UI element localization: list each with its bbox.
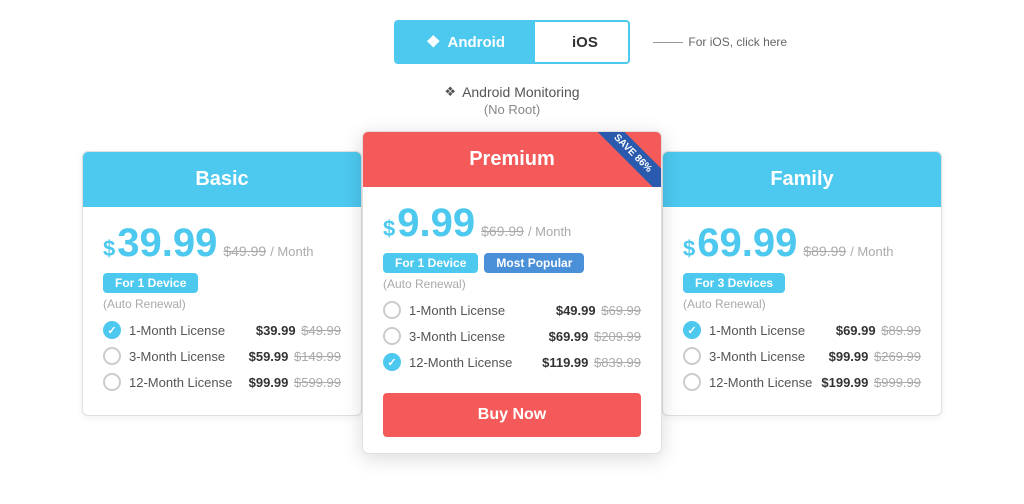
basic-license-1[interactable]: 1-Month License $39.99 $49.99 <box>103 321 341 339</box>
family-price-amount: 69.99 <box>697 223 797 263</box>
ios-hint: For iOS, click here <box>653 35 787 49</box>
family-price-period: / Month <box>850 244 893 259</box>
premium-license-3-label: 12-Month License <box>409 355 512 370</box>
premium-card: Premium SAVE 86% $ 9.99 $69.99 / Month F… <box>362 131 662 454</box>
android-small-icon: ❖ <box>444 84 456 100</box>
basic-auto-renewal: (Auto Renewal) <box>103 297 341 311</box>
premium-price-old: $69.99 <box>481 223 524 239</box>
platform-title: ❖ Android Monitoring <box>444 84 579 100</box>
family-price-dollar: $ <box>683 236 695 262</box>
premium-license-1[interactable]: 1-Month License $49.99 $69.99 <box>383 301 641 319</box>
basic-device-badge: For 1 Device <box>103 273 198 293</box>
premium-radio-1[interactable] <box>383 301 401 319</box>
android-tab-label: Android <box>448 34 506 51</box>
family-device-badge: For 3 Devices <box>683 273 785 293</box>
premium-license-1-prices: $49.99 $69.99 <box>556 303 641 318</box>
family-price-main: $ 69.99 $89.99 / Month <box>683 223 921 263</box>
basic-radio-3[interactable] <box>103 373 121 391</box>
basic-license-3[interactable]: 12-Month License $99.99 $599.99 <box>103 373 341 391</box>
family-radio-3[interactable] <box>683 373 701 391</box>
premium-auto-renewal: (Auto Renewal) <box>383 277 641 291</box>
family-license-3[interactable]: 12-Month License $199.99 $999.99 <box>683 373 921 391</box>
family-license-3-prices: $199.99 $999.99 <box>821 375 921 390</box>
basic-license-3-prices: $99.99 $599.99 <box>249 375 341 390</box>
basic-license-1-prices: $39.99 $49.99 <box>256 323 341 338</box>
basic-badge-row: For 1 Device <box>103 273 341 293</box>
family-license-3-label: 12-Month License <box>709 375 812 390</box>
platform-subtitle: (No Root) <box>444 102 579 117</box>
save-badge-text: SAVE 86% <box>593 132 661 187</box>
basic-license-2-label: 3-Month License <box>129 349 225 364</box>
family-license-2[interactable]: 3-Month License $99.99 $269.99 <box>683 347 921 365</box>
premium-price-amount: 9.99 <box>397 203 475 243</box>
premium-license-2-prices: $69.99 $209.99 <box>549 329 641 344</box>
premium-card-header: Premium SAVE 86% <box>363 132 661 187</box>
tab-switcher: ❖ Android iOS For iOS, click here <box>394 20 630 64</box>
family-auto-renewal: (Auto Renewal) <box>683 297 921 311</box>
ios-tab-label: iOS <box>572 34 598 51</box>
premium-license-2-label: 3-Month License <box>409 329 505 344</box>
platform-label: ❖ Android Monitoring (No Root) <box>444 84 579 117</box>
premium-price-main: $ 9.99 $69.99 / Month <box>383 203 641 243</box>
basic-price-dollar: $ <box>103 236 115 262</box>
basic-license-3-label: 12-Month License <box>129 375 232 390</box>
buy-now-button[interactable]: Buy Now <box>383 393 641 437</box>
family-license-2-prices: $99.99 $269.99 <box>829 349 921 364</box>
family-card-body: $ 69.99 $89.99 / Month For 3 Devices (Au… <box>663 207 941 415</box>
basic-license-2[interactable]: 3-Month License $59.99 $149.99 <box>103 347 341 365</box>
family-license-1-prices: $69.99 $89.99 <box>836 323 921 338</box>
premium-badge-row: For 1 Device Most Popular <box>383 253 641 273</box>
basic-card-header: Basic <box>83 152 361 207</box>
family-card: Family $ 69.99 $89.99 / Month For 3 Devi… <box>662 151 942 416</box>
premium-price-dollar: $ <box>383 216 395 242</box>
basic-price-amount: 39.99 <box>117 223 217 263</box>
family-license-1-label: 1-Month License <box>709 323 805 338</box>
premium-title: Premium <box>469 148 555 170</box>
premium-license-3-prices: $119.99 $839.99 <box>542 355 641 370</box>
family-license-1[interactable]: 1-Month License $69.99 $89.99 <box>683 321 921 339</box>
family-license-2-label: 3-Month License <box>709 349 805 364</box>
premium-device-badge: For 1 Device <box>383 253 478 273</box>
family-card-header: Family <box>663 152 941 207</box>
android-icon: ❖ <box>426 32 440 52</box>
premium-price-period: / Month <box>528 224 571 239</box>
basic-price-period: / Month <box>270 244 313 259</box>
family-price-area: $ 69.99 $89.99 / Month <box>683 223 921 263</box>
family-radio-1[interactable] <box>683 321 701 339</box>
basic-price-old: $49.99 <box>223 243 266 259</box>
tab-android[interactable]: ❖ Android <box>396 22 535 62</box>
family-radio-2[interactable] <box>683 347 701 365</box>
premium-price-area: $ 9.99 $69.99 / Month <box>383 203 641 243</box>
basic-license-1-label: 1-Month License <box>129 323 225 338</box>
basic-radio-2[interactable] <box>103 347 121 365</box>
basic-license-2-prices: $59.99 $149.99 <box>249 349 341 364</box>
basic-price-area: $ 39.99 $49.99 / Month <box>103 223 341 263</box>
premium-radio-3[interactable] <box>383 353 401 371</box>
premium-license-3[interactable]: 12-Month License $119.99 $839.99 <box>383 353 641 371</box>
save-badge: SAVE 86% <box>591 132 661 187</box>
tab-ios[interactable]: iOS <box>535 22 628 62</box>
premium-license-1-label: 1-Month License <box>409 303 505 318</box>
basic-title: Basic <box>195 168 248 190</box>
basic-card: Basic $ 39.99 $49.99 / Month For 1 Devic… <box>82 151 362 416</box>
premium-radio-2[interactable] <box>383 327 401 345</box>
family-badge-row: For 3 Devices <box>683 273 921 293</box>
basic-card-body: $ 39.99 $49.99 / Month For 1 Device (Aut… <box>83 207 361 415</box>
pricing-cards: Basic $ 39.99 $49.99 / Month For 1 Devic… <box>0 141 1024 454</box>
premium-card-body: $ 9.99 $69.99 / Month For 1 Device Most … <box>363 187 661 453</box>
family-price-old: $89.99 <box>803 243 846 259</box>
family-title: Family <box>770 168 833 190</box>
basic-price-main: $ 39.99 $49.99 / Month <box>103 223 341 263</box>
premium-popular-badge: Most Popular <box>484 253 584 273</box>
basic-radio-1[interactable] <box>103 321 121 339</box>
premium-license-2[interactable]: 3-Month License $69.99 $209.99 <box>383 327 641 345</box>
tab-buttons: ❖ Android iOS <box>394 20 630 64</box>
